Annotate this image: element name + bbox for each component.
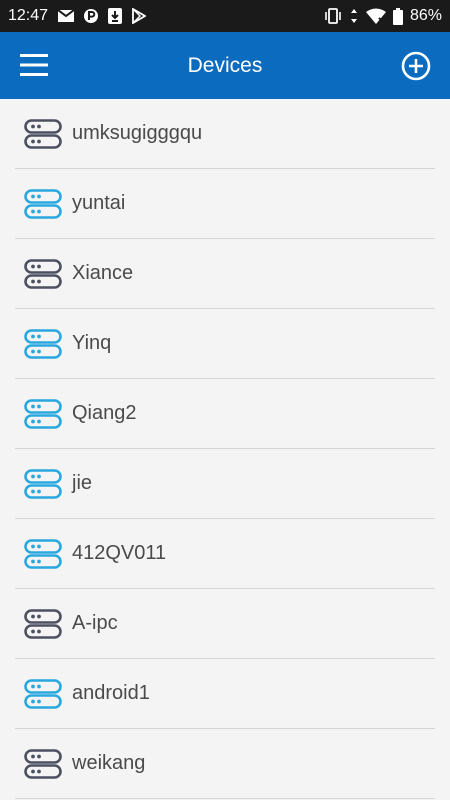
status-bar-right: 86% [324,7,442,25]
device-name: jie [72,472,93,494]
status-bar: 12:47 86% [0,0,450,32]
device-server-icon [24,398,62,429]
device-list: umksugigggqu yuntai Xiance Yinq Qiang2 jie 412… [15,99,435,799]
play-store-icon [132,8,147,24]
wifi-icon [365,8,386,24]
device-row[interactable]: Qiang2 [15,379,435,449]
device-row[interactable]: weikang [15,729,435,799]
device-name: Qiang2 [72,402,137,424]
add-device-button[interactable] [400,50,432,82]
device-name: weikang [72,752,146,774]
add-circle-icon [401,51,431,81]
page-title: Devices [187,54,263,77]
device-server-icon [24,258,62,289]
mail-icon [58,10,75,22]
device-server-icon [24,608,62,639]
device-name: umksugigggqu [72,122,203,144]
device-name: Xiance [72,262,134,284]
vibrate-icon [324,8,342,24]
device-row[interactable]: 412QV011 [15,519,435,589]
clock: 12:47 [8,7,49,24]
device-name: 412QV011 [72,542,167,564]
device-row[interactable]: A-ipc [15,589,435,659]
device-row[interactable]: Xiance [15,239,435,309]
battery-level: 86% [409,7,442,24]
device-name: Yinq [72,332,112,354]
device-server-icon [24,328,62,359]
device-row[interactable]: Yinq [15,309,435,379]
status-bar-left: 12:47 [8,7,147,25]
device-server-icon [24,678,62,709]
download-icon [108,8,123,24]
device-row[interactable]: yuntai [15,169,435,239]
device-row[interactable]: jie [15,449,435,519]
device-name: android1 [72,682,150,704]
hamburger-menu-icon[interactable] [18,51,50,79]
app-bar: Devices [0,32,450,99]
device-server-icon [24,538,62,569]
parking-icon [84,8,99,24]
device-row[interactable]: umksugigggqu [15,99,435,169]
device-name: A-ipc [72,612,118,634]
device-server-icon [24,748,62,779]
device-server-icon [24,468,62,499]
battery-icon [392,7,403,25]
device-name: yuntai [72,192,126,214]
device-server-icon [24,118,62,149]
data-arrows-icon [349,8,359,24]
device-row[interactable]: android1 [15,659,435,729]
device-server-icon [24,188,62,219]
